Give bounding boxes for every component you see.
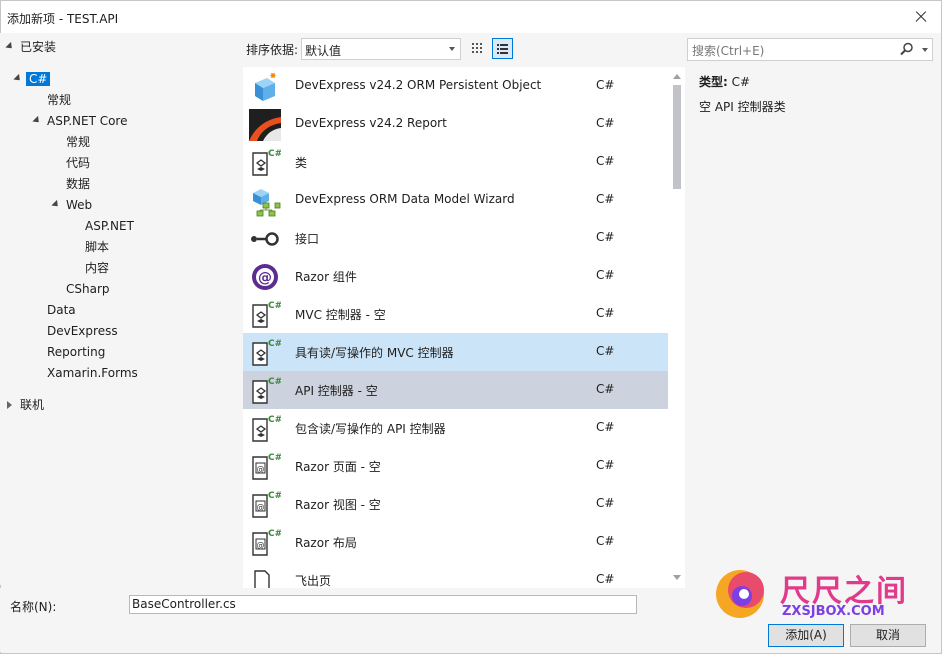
chevron-down-icon — [449, 47, 455, 51]
expand-icon[interactable] — [5, 41, 15, 52]
name-value: BaseController.cs — [132, 597, 236, 611]
sort-dropdown[interactable]: 默认值 — [301, 38, 461, 60]
controller-icon: C# — [252, 301, 281, 328]
template-row[interactable]: @ C# Razor 布局 C# — [243, 523, 668, 561]
template-row-selected[interactable]: C# API 控制器 - 空 C# — [243, 371, 668, 409]
svg-text:@: @ — [257, 465, 265, 474]
sort-value: 默认值 — [305, 44, 342, 58]
template-row[interactable]: @ C# Razor 页面 - 空 C# — [243, 447, 668, 485]
chevron-down-icon[interactable] — [922, 48, 928, 52]
name-field[interactable]: BaseController.cs — [129, 595, 637, 614]
scroll-thumb[interactable] — [673, 85, 681, 189]
brand-logo-icon — [716, 570, 764, 618]
name-label: 名称(N): — [10, 600, 57, 614]
svg-text:C#: C# — [268, 301, 281, 311]
type-value: C# — [731, 75, 751, 89]
svg-text:C#: C# — [268, 377, 281, 387]
template-row[interactable]: C# MVC 控制器 - 空 C# — [243, 295, 668, 333]
sort-label: 排序依据: — [246, 43, 299, 57]
svg-text:@: @ — [258, 270, 272, 286]
list-scrollbar[interactable] — [669, 67, 685, 588]
template-row[interactable]: DevExpress ORM Data Model Wizard C# — [243, 181, 668, 219]
cancel-button[interactable]: 取消 — [850, 624, 926, 647]
tree-node-script[interactable]: 脚本 — [85, 237, 109, 257]
page-icon — [254, 570, 270, 588]
grid-icon — [472, 43, 482, 53]
razor-page-icon: @ C# — [252, 491, 281, 518]
tree-node-csharp-sub[interactable]: CSharp — [66, 279, 110, 299]
svg-text:@: @ — [257, 503, 265, 512]
template-row[interactable]: 接口 C# — [243, 219, 668, 257]
svg-text:C#: C# — [268, 339, 281, 349]
orm-object-icon — [255, 73, 276, 101]
razor-component-icon: @ — [252, 264, 278, 290]
tree-node-csharp[interactable]: C# — [13, 69, 51, 89]
search-icon — [900, 42, 913, 56]
razor-page-icon: @ C# — [252, 529, 281, 556]
template-row[interactable]: C# 类 C# — [243, 143, 668, 181]
template-row[interactable]: @ C# Razor 视图 - 空 C# — [243, 485, 668, 523]
template-row[interactable]: 飞出页 C# — [243, 561, 668, 588]
controller-icon: C# — [252, 377, 281, 404]
title-bar: 添加新项 - TEST.API — [1, 1, 941, 33]
tree-node-aspnet-core[interactable]: ASP.NET Core — [32, 111, 127, 131]
template-row[interactable]: C# 具有读/写操作的 MVC 控制器 C# — [243, 333, 668, 371]
tree-node-xamarin[interactable]: Xamarin.Forms — [47, 363, 138, 383]
tree-node-general[interactable]: 常规 — [47, 90, 71, 110]
scroll-down-icon[interactable] — [673, 575, 681, 580]
add-button[interactable]: 添加(A) — [768, 624, 844, 647]
tree-node-data[interactable]: Data — [47, 300, 76, 320]
svg-text:C#: C# — [268, 453, 281, 463]
window-title: 添加新项 - TEST.API — [7, 12, 119, 26]
tree-node-devexpress[interactable]: DevExpress — [47, 321, 118, 341]
controller-icon: C# — [252, 415, 281, 442]
template-row[interactable]: C# 包含读/写操作的 API 控制器 C# — [243, 409, 668, 447]
search-input[interactable]: 搜索(Ctrl+E) — [687, 38, 933, 61]
watermark-logo: 尺尺之间 ZXSJBOX.COM — [712, 562, 912, 626]
controller-icon: C# — [252, 339, 281, 366]
list-view-button[interactable] — [492, 38, 513, 59]
watermark-url: ZXSJBOX.COM — [782, 604, 885, 619]
tree-node-content[interactable]: 内容 — [85, 258, 109, 278]
tree-node-installed[interactable]: 已安装 — [5, 37, 56, 57]
close-icon[interactable] — [909, 5, 933, 29]
scroll-up-icon[interactable] — [673, 74, 681, 79]
svg-text:C#: C# — [268, 529, 281, 539]
type-label: 类型: — [699, 75, 728, 89]
tree-node-web[interactable]: Web — [51, 195, 92, 215]
template-row[interactable]: DevExpress v24.2 ORM Persistent Object C… — [243, 67, 668, 105]
category-tree: 已安装 C# 常规 ASP.NET Core 常规 代码 数据 Web ASP.… — [0, 33, 240, 585]
tree-node-online[interactable]: 联机 — [7, 395, 44, 415]
svg-text:@: @ — [257, 541, 265, 550]
expand-icon[interactable] — [32, 115, 42, 126]
tree-node-aspnet[interactable]: ASP.NET — [85, 216, 134, 236]
collapse-icon[interactable] — [7, 401, 12, 409]
list-icon — [497, 44, 508, 54]
template-row[interactable]: @ Razor 组件 C# — [243, 257, 668, 295]
report-icon — [249, 109, 281, 141]
svg-text:C#: C# — [268, 415, 281, 425]
template-list: DevExpress v24.2 ORM Persistent Object C… — [243, 67, 685, 588]
expand-icon[interactable] — [51, 199, 61, 210]
tree-node-data-cn[interactable]: 数据 — [66, 174, 90, 194]
tree-node-core-general[interactable]: 常规 — [66, 132, 90, 152]
data-model-icon — [253, 189, 281, 217]
expand-icon[interactable] — [13, 73, 23, 84]
tree-node-code[interactable]: 代码 — [66, 153, 90, 173]
grid-view-button[interactable] — [467, 38, 487, 58]
razor-page-icon: @ C# — [252, 453, 281, 480]
svg-text:C#: C# — [268, 149, 281, 159]
template-row[interactable]: DevExpress v24.2 Report C# — [243, 105, 668, 143]
svg-text:C#: C# — [268, 491, 281, 501]
interface-icon — [251, 232, 279, 246]
class-icon: C# — [252, 149, 281, 176]
template-description: 空 API 控制器类 — [699, 100, 786, 114]
tree-node-reporting[interactable]: Reporting — [47, 342, 105, 362]
